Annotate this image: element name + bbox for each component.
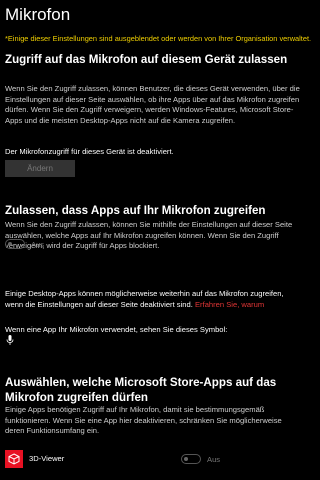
store-apps-heading: Auswählen, welche Microsoft Store-Apps a… — [5, 376, 277, 404]
app-access-description: Wenn Sie den Zugriff zulassen, können Si… — [5, 220, 293, 250]
3d-viewer-toggle-label: Aus — [207, 454, 221, 464]
toggle-knob — [8, 242, 12, 246]
app-access-toggle-label: Aus — [31, 239, 45, 249]
app-access-heading: Zulassen, dass Apps auf Ihr Mikrofon zug… — [5, 204, 266, 217]
page-title: Mikrofon — [5, 5, 71, 24]
mic-symbol-note: Wenn eine App Ihr Mikrofon verwendet, se… — [5, 325, 228, 334]
app-toggle-row: Aus — [181, 454, 220, 464]
toggle-knob — [184, 457, 188, 461]
managed-settings-warning: *Einige dieser Einstellungen sind ausgeb… — [5, 34, 312, 43]
device-access-status: Der Mikrofonzugriff für dieses Gerät ist… — [5, 147, 174, 156]
app-row-3d-viewer: 3D-Viewer Aus — [5, 450, 301, 468]
device-access-heading: Zugriff auf das Mikrofon auf diesem Gerä… — [5, 53, 288, 66]
app-access-toggle-row: Aus — [5, 239, 44, 249]
change-button[interactable]: Ändern — [5, 160, 75, 177]
settings-page: Mikrofon *Einige dieser Einstellungen si… — [0, 0, 311, 480]
cube-icon — [8, 453, 20, 465]
device-access-description: Wenn Sie den Zugriff zulassen, können Be… — [5, 84, 300, 125]
learn-why-link[interactable]: Erfahren Sie, warum — [195, 300, 264, 309]
app-access-toggle[interactable] — [5, 239, 25, 249]
3d-viewer-toggle[interactable] — [181, 454, 201, 464]
3d-viewer-icon — [5, 450, 23, 468]
desktop-apps-note: Einige Desktop-Apps können möglicherweis… — [5, 289, 301, 310]
app-name: 3D-Viewer — [29, 454, 65, 463]
store-apps-description: Einige Apps benötigen Zugriff auf Ihr Mi… — [5, 405, 282, 435]
microphone-icon — [6, 335, 14, 345]
